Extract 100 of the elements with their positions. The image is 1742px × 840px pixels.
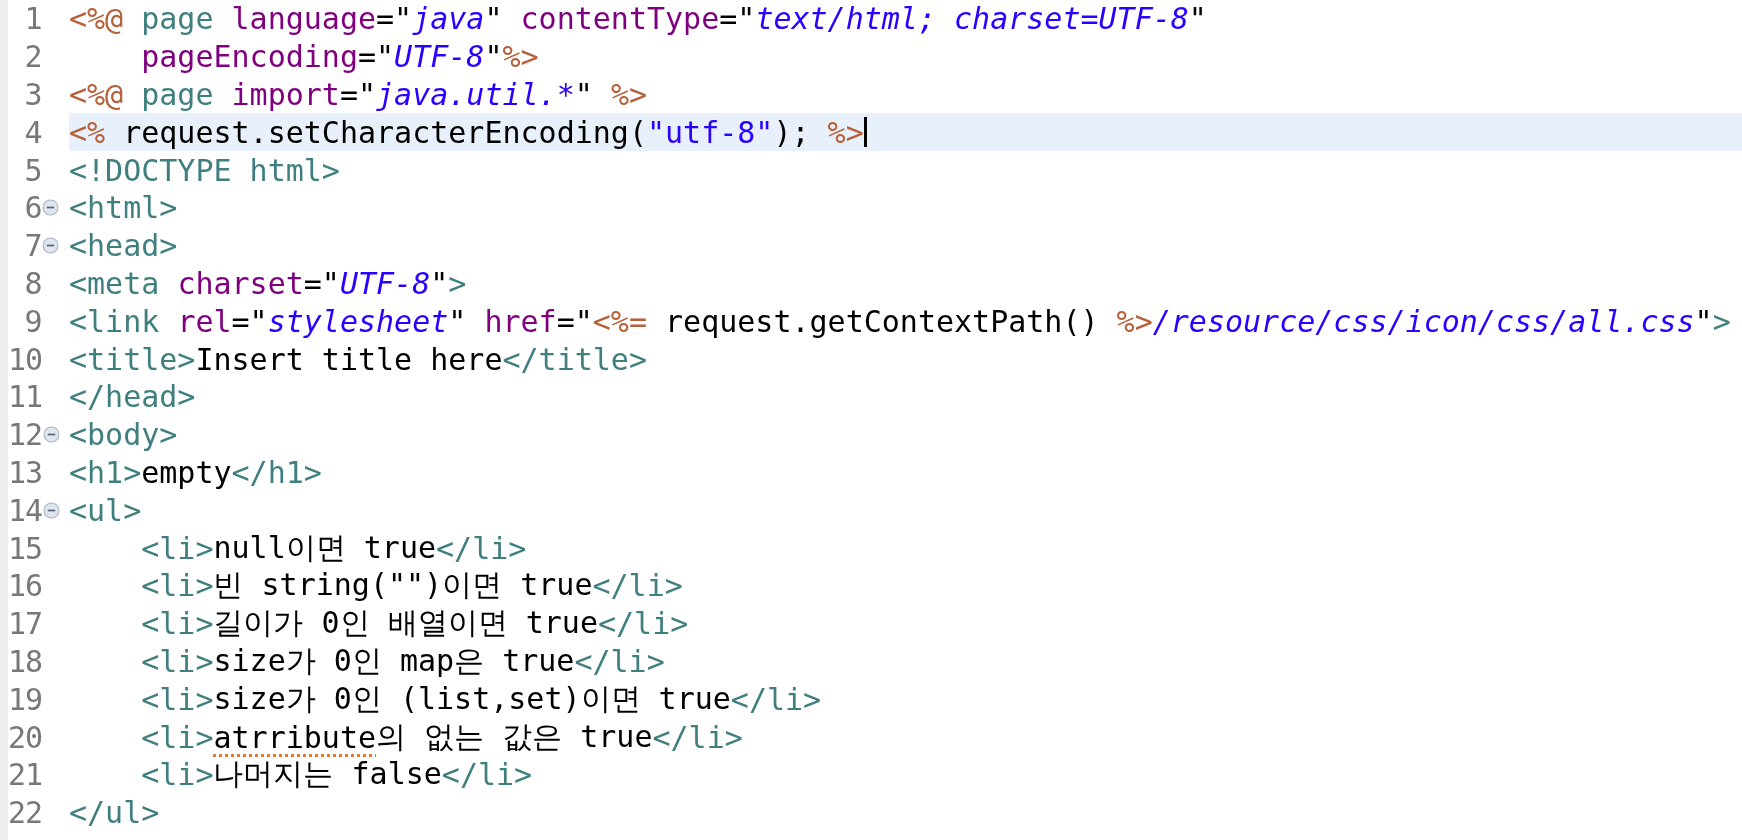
html-tag: <li> bbox=[141, 681, 214, 717]
html-tag: <li> bbox=[141, 530, 214, 566]
line-number: 9 bbox=[23, 303, 42, 339]
html-tag: </head> bbox=[69, 379, 196, 415]
line-number: 20 bbox=[8, 719, 42, 755]
html-tag: > bbox=[1712, 303, 1731, 339]
html-tag: page bbox=[123, 1, 232, 37]
code-text: null이면 true bbox=[213, 528, 437, 567]
code-text: ); bbox=[773, 114, 811, 150]
html-tag: <h1> bbox=[69, 454, 142, 490]
attribute-name: charset bbox=[177, 265, 304, 301]
string-literal: "utf-8" bbox=[647, 114, 774, 150]
code-text: " bbox=[448, 303, 468, 339]
attribute-name: pageEncoding bbox=[141, 39, 358, 75]
line-number: 12 bbox=[8, 417, 42, 453]
code-text: size가 0인 map은 true bbox=[213, 641, 575, 680]
line-number: 18 bbox=[8, 643, 42, 679]
attribute-value: /resource/css/icon/css/all.css bbox=[1152, 303, 1695, 339]
html-tag: <body> bbox=[69, 417, 178, 453]
code-text: 나머지는 false bbox=[213, 755, 442, 794]
html-tag: </li> bbox=[652, 719, 743, 755]
jsp-delimiter: <% bbox=[69, 114, 106, 150]
html-tag: <li> bbox=[141, 757, 214, 793]
html-tag: <title> bbox=[69, 341, 196, 377]
html-tag: </title> bbox=[502, 341, 647, 377]
code-text: 의 없는 값은 true bbox=[376, 717, 653, 756]
jsp-delimiter: <%@ bbox=[69, 77, 124, 112]
text-cursor bbox=[863, 117, 867, 148]
attribute-name: language bbox=[231, 1, 377, 37]
html-tag: <li> bbox=[141, 719, 214, 755]
html-tag: <li> bbox=[141, 606, 214, 642]
line-number: 21 bbox=[8, 757, 42, 793]
line-number: 5 bbox=[23, 152, 42, 188]
line-number: 6 bbox=[23, 190, 42, 226]
html-tag: <li> bbox=[141, 643, 214, 679]
line-number: 11 bbox=[8, 379, 42, 415]
html-tag: </li> bbox=[436, 530, 527, 566]
html-tag: </ul> bbox=[69, 795, 160, 831]
code-text: request.setCharacterEncoding( bbox=[122, 114, 647, 150]
code-text: =" bbox=[376, 1, 413, 37]
collapse-icon[interactable] bbox=[42, 199, 60, 217]
code-text: size가 0인 (list,set)이면 true bbox=[213, 679, 731, 718]
collapse-icon[interactable] bbox=[42, 237, 60, 255]
jsp-delimiter: <%= bbox=[592, 303, 647, 339]
html-tag: </li> bbox=[730, 681, 822, 717]
code-text: Insert title here bbox=[195, 341, 503, 377]
jsp-delimiter: %> bbox=[502, 39, 539, 75]
html-tag: <meta bbox=[69, 265, 178, 301]
line-number: 1 bbox=[23, 1, 42, 37]
code-text: =" bbox=[358, 39, 395, 75]
collapse-icon[interactable] bbox=[43, 426, 60, 444]
html-tag: <link bbox=[69, 303, 178, 339]
attribute-name: import bbox=[231, 77, 340, 112]
html-tag: page bbox=[123, 77, 232, 112]
collapse-icon[interactable] bbox=[43, 501, 60, 519]
code-text: " bbox=[484, 39, 503, 75]
attribute-value: UTF-8 bbox=[339, 265, 431, 301]
line-number: 17 bbox=[8, 606, 42, 642]
jsp-delimiter: %> bbox=[827, 114, 864, 150]
code-text: " bbox=[1694, 303, 1713, 339]
line-number: 15 bbox=[8, 530, 42, 566]
line-number: 14 bbox=[8, 492, 42, 528]
html-tag: </li> bbox=[574, 643, 665, 679]
misspelled-word: atrribute bbox=[213, 719, 377, 755]
code-text: =" bbox=[719, 1, 756, 37]
line-number: 3 bbox=[23, 77, 42, 112]
html-tag: <li> bbox=[141, 568, 214, 604]
jsp-delimiter: %> bbox=[610, 77, 647, 112]
line-number: 4 bbox=[23, 114, 42, 150]
attribute-value: text/html; charset=UTF-8 bbox=[755, 1, 1189, 37]
attribute-value: java bbox=[412, 1, 485, 37]
html-tag: </li> bbox=[592, 568, 683, 604]
html-tag: </li> bbox=[441, 757, 533, 793]
attribute-value: stylesheet bbox=[267, 303, 449, 339]
attribute-name: contentType bbox=[520, 1, 720, 37]
code-text: =" bbox=[303, 265, 340, 301]
code-text: 빈 string("")이면 true bbox=[213, 566, 593, 605]
html-tag: > bbox=[448, 265, 467, 301]
code-text: " bbox=[574, 77, 594, 112]
jsp-delimiter: <%@ bbox=[69, 1, 124, 37]
line-number: 22 bbox=[8, 795, 42, 831]
line-number: 19 bbox=[8, 681, 42, 717]
code-text: " bbox=[1188, 1, 1207, 37]
line-number: 10 bbox=[8, 341, 42, 377]
attribute-name: href bbox=[484, 303, 557, 339]
html-tag: </h1> bbox=[231, 454, 322, 490]
jsp-delimiter: %> bbox=[1116, 303, 1153, 339]
line-number: 7 bbox=[23, 228, 42, 264]
code-text: =" bbox=[339, 77, 377, 112]
attribute-name: rel bbox=[177, 303, 232, 339]
code-text: " bbox=[484, 1, 504, 37]
code-text: empty bbox=[141, 454, 232, 490]
code-text: request.getContextPath() bbox=[664, 303, 1100, 339]
code-text: =" bbox=[556, 303, 593, 339]
html-tag: </li> bbox=[598, 606, 689, 642]
line-number: 2 bbox=[23, 39, 42, 75]
code-text: =" bbox=[231, 303, 268, 339]
line-number: 16 bbox=[8, 568, 42, 604]
attribute-value: UTF-8 bbox=[394, 39, 485, 75]
html-tag: <html> bbox=[69, 190, 178, 226]
